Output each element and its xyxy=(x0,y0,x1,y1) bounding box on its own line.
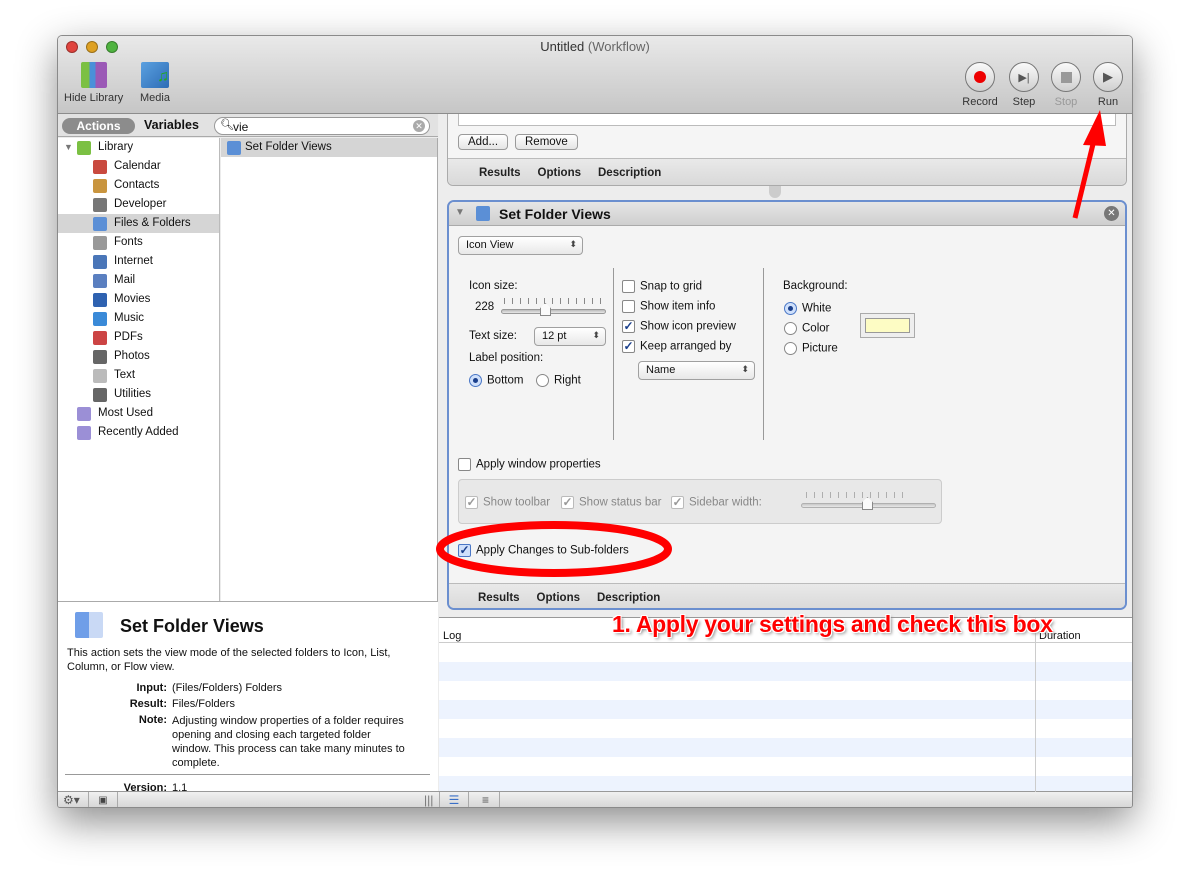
arrow-shaft xyxy=(1072,139,1097,219)
annotation-overlay xyxy=(436,110,1106,577)
annotation-text: 1. Apply your settings and check this bo… xyxy=(612,611,1053,637)
arrow-head xyxy=(1083,110,1106,146)
highlight-ellipse xyxy=(436,521,672,577)
